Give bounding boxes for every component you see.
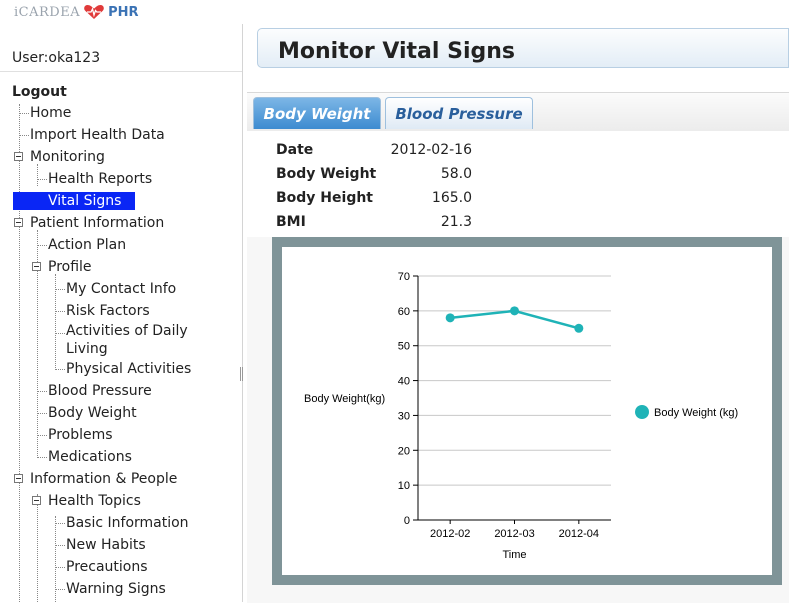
tab-strip: Body Weight Blood Pressure bbox=[247, 93, 789, 132]
sidebar-item-my-contact-info[interactable]: My Contact Info bbox=[66, 280, 176, 298]
sidebar-item-home[interactable]: Home bbox=[30, 104, 71, 122]
weight-row: Body Weight 58.0 bbox=[276, 166, 472, 190]
date-row: Date 2012-02-16 bbox=[276, 142, 472, 166]
tree-branch bbox=[55, 545, 65, 546]
tree-line bbox=[37, 164, 38, 186]
x-tick-label: 2012-02 bbox=[430, 528, 470, 540]
date-label: Date bbox=[276, 142, 314, 158]
tree-branch bbox=[55, 311, 65, 312]
y-tick-label: 0 bbox=[404, 515, 410, 527]
sidebar-item-profile[interactable]: Profile bbox=[48, 258, 92, 276]
tree-branch bbox=[37, 413, 47, 414]
collapse-toggle-health-topics[interactable] bbox=[32, 496, 41, 505]
tree-branch bbox=[55, 289, 65, 290]
tree-line bbox=[37, 494, 38, 602]
data-point bbox=[445, 313, 455, 323]
measurement-summary: Date 2012-02-16 Body Weight 58.0 Body He… bbox=[247, 131, 789, 237]
x-tick-label: 2012-04 bbox=[559, 528, 599, 540]
weight-label: Body Weight bbox=[276, 166, 377, 182]
main-panel: Monitor Vital Signs Body Weight Blood Pr… bbox=[243, 24, 789, 603]
tab-blood-pressure[interactable]: Blood Pressure bbox=[385, 97, 533, 129]
brand-suffix: PHR bbox=[108, 4, 139, 20]
bmi-value: 21.3 bbox=[440, 214, 472, 230]
tree-branch bbox=[19, 113, 29, 114]
sidebar-item-medications[interactable]: Medications bbox=[48, 448, 132, 466]
sidebar-item-health-reports[interactable]: Health Reports bbox=[48, 170, 152, 188]
tree-branch bbox=[37, 457, 47, 458]
tree-branch bbox=[37, 179, 47, 180]
date-value: 2012-02-16 bbox=[390, 142, 472, 158]
height-label: Body Height bbox=[276, 190, 374, 206]
y-tick-label: 10 bbox=[398, 480, 410, 492]
sidebar-item-risk-factors[interactable]: Risk Factors bbox=[66, 302, 150, 320]
collapse-toggle-patient-information[interactable] bbox=[14, 218, 23, 227]
chart-area: 0 10 20 30 40 50 60 70 2012-02 2012-03 2012-04 Time… bbox=[282, 247, 772, 575]
tree-line bbox=[19, 104, 20, 602]
sidebar-item-monitoring[interactable]: Monitoring bbox=[30, 148, 105, 166]
sidebar-item-patient-information[interactable]: Patient Information bbox=[30, 214, 164, 232]
y-axis-label: Body Weight(kg) bbox=[304, 393, 385, 405]
tree-branch bbox=[55, 589, 65, 590]
tree-branch bbox=[55, 369, 65, 370]
tree-branch bbox=[37, 245, 47, 246]
sidebar-item-blood-pressure[interactable]: Blood Pressure bbox=[48, 382, 152, 400]
tree-branch bbox=[37, 435, 47, 436]
brand-name: iCARDEA bbox=[14, 4, 81, 20]
sidebar-item-precautions[interactable]: Precautions bbox=[66, 558, 148, 576]
sidebar-item-information-people[interactable]: Information & People bbox=[30, 470, 177, 488]
sidebar-item-vital-signs[interactable]: Vital Signs bbox=[13, 192, 136, 210]
nav-tree: Home Import Health Data Monitoring Healt… bbox=[0, 24, 242, 602]
sidebar-item-physical-activities[interactable]: Physical Activities bbox=[66, 360, 191, 378]
collapse-toggle-monitoring[interactable] bbox=[14, 152, 23, 161]
x-axis-label: Time bbox=[502, 549, 526, 561]
sidebar-item-new-habits[interactable]: New Habits bbox=[66, 536, 146, 554]
tree-branch bbox=[55, 333, 65, 334]
y-tick-label: 20 bbox=[398, 445, 410, 457]
data-point bbox=[574, 323, 584, 333]
weight-value: 58.0 bbox=[440, 166, 472, 182]
tree-branch bbox=[55, 567, 65, 568]
sidebar-item-activities-of-daily-living-line2[interactable]: Living bbox=[66, 340, 108, 358]
tab-body-weight[interactable]: Body Weight bbox=[253, 97, 381, 129]
bmi-row: BMI 21.3 bbox=[276, 214, 472, 238]
height-value: 165.0 bbox=[431, 190, 472, 206]
sidebar-item-import-health-data[interactable]: Import Health Data bbox=[30, 126, 165, 144]
y-tick-label: 40 bbox=[398, 376, 410, 388]
sidebar-item-body-weight[interactable]: Body Weight bbox=[48, 404, 137, 422]
tree-branch bbox=[55, 523, 65, 524]
bmi-label: BMI bbox=[276, 214, 306, 230]
chart-frame: 0 10 20 30 40 50 60 70 2012-02 2012-03 2012-04 Time… bbox=[272, 237, 782, 585]
page-title: Monitor Vital Signs bbox=[278, 39, 515, 64]
tree-branch bbox=[37, 391, 47, 392]
app-logo: iCARDEA PHR bbox=[14, 4, 139, 20]
y-tick-label: 70 bbox=[398, 271, 410, 283]
weight-line-chart: 0 10 20 30 40 50 60 70 2012-02 2012-03 2012-04 Time… bbox=[304, 271, 738, 561]
sidebar: User:oka123 Logout Home Import Health Da… bbox=[0, 24, 243, 602]
tab-panel: Body Weight Blood Pressure Date 2012-02-… bbox=[247, 92, 789, 603]
sidebar-item-activities-of-daily-living[interactable]: Activities of Daily bbox=[66, 322, 188, 340]
data-point bbox=[510, 306, 519, 316]
x-tick-label: 2012-03 bbox=[494, 528, 534, 540]
collapse-toggle-information-people[interactable] bbox=[14, 474, 23, 483]
sidebar-item-warning-signs[interactable]: Warning Signs bbox=[66, 580, 166, 598]
legend-marker bbox=[635, 405, 649, 419]
heart-icon bbox=[83, 4, 105, 20]
sidebar-item-basic-information[interactable]: Basic Information bbox=[66, 514, 189, 532]
sidebar-item-health-topics[interactable]: Health Topics bbox=[48, 492, 141, 510]
tree-branch bbox=[19, 135, 29, 136]
height-row: Body Height 165.0 bbox=[276, 190, 472, 214]
title-bar: Monitor Vital Signs bbox=[257, 28, 789, 68]
y-tick-label: 60 bbox=[398, 306, 410, 318]
y-tick-label: 30 bbox=[398, 410, 410, 422]
y-tick-label: 50 bbox=[398, 341, 410, 353]
collapse-toggle-profile[interactable] bbox=[32, 262, 41, 271]
sidebar-item-problems[interactable]: Problems bbox=[48, 426, 113, 444]
sidebar-item-action-plan[interactable]: Action Plan bbox=[48, 236, 126, 254]
app-header: iCARDEA PHR bbox=[0, 0, 789, 24]
legend-label: Body Weight (kg) bbox=[654, 407, 738, 419]
